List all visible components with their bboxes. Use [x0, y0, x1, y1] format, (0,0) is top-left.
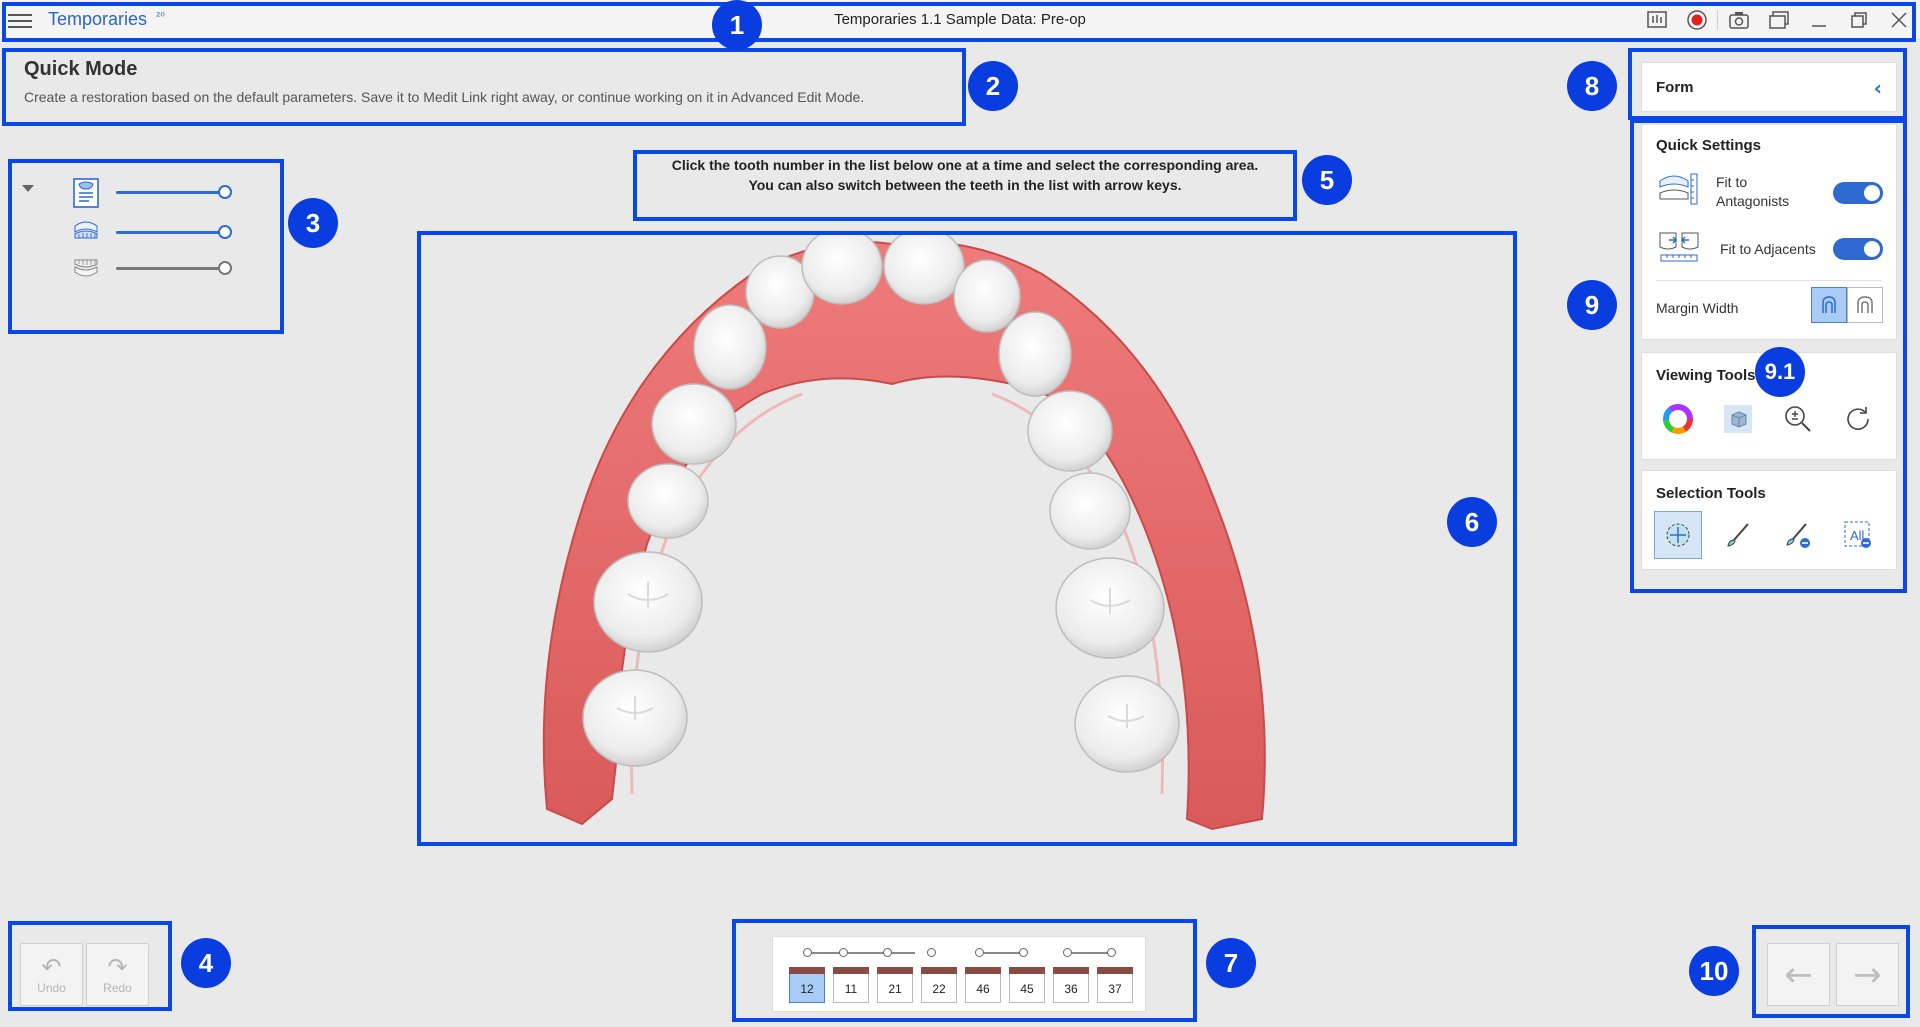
window-title: Temporaries 1.1 Sample Data: Pre-op	[834, 11, 1086, 28]
undo-icon: ↶	[41, 952, 62, 981]
opacity-slider-track[interactable]	[116, 267, 226, 270]
redo-icon: ↷	[107, 952, 128, 981]
tooth-button-45[interactable]: 45	[1009, 967, 1045, 1003]
viewing-tools-title: Viewing Tools	[1656, 367, 1756, 384]
tooth-button-46[interactable]: 46	[965, 967, 1001, 1003]
divider	[1717, 10, 1718, 30]
page-description: Create a restoration based on the defaul…	[24, 89, 865, 105]
zoom-icon[interactable]	[1774, 395, 1822, 443]
bridge-dot	[1063, 948, 1072, 957]
close-icon[interactable]	[1886, 8, 1912, 32]
select-all-label: All	[1850, 528, 1865, 543]
bridge-dot	[839, 948, 848, 957]
tooth-button-37[interactable]: 37	[1097, 967, 1133, 1003]
annotation-badge-6: 6	[1447, 497, 1497, 547]
chevron-left-icon[interactable]: ‹	[1874, 76, 1882, 100]
annotation-box-2	[2, 48, 966, 126]
minimize-icon[interactable]	[1806, 8, 1832, 32]
divider	[1656, 280, 1882, 281]
tooth-list-panel: 12 11 21 22 46 45 36 37	[772, 936, 1146, 1012]
measure-tool-icon[interactable]	[1644, 8, 1670, 32]
bridge-dot	[803, 948, 812, 957]
opacity-slider-thumb[interactable]	[218, 261, 232, 275]
annotation-badge-10: 10	[1689, 946, 1739, 996]
bridge-dot	[1107, 948, 1116, 957]
restoration-data-icon[interactable]	[72, 178, 100, 208]
opacity-slider-track[interactable]	[116, 191, 226, 194]
bridge-connector	[979, 952, 1023, 954]
upper-jaw-icon[interactable]	[72, 218, 100, 246]
smart-selection-icon[interactable]	[1654, 511, 1702, 559]
gallery-icon[interactable]	[1766, 8, 1792, 32]
redo-button[interactable]: ↷ Redo	[86, 943, 149, 1006]
3d-cube-icon[interactable]	[1714, 395, 1762, 443]
page-title: Quick Mode	[24, 58, 138, 80]
data-tree-row-restoration	[28, 176, 238, 208]
fit-adjacents-label: Fit to Adjacents	[1720, 241, 1816, 257]
next-step-button[interactable]: →	[1836, 943, 1899, 1006]
annotation-badge-9-1: 9.1	[1755, 347, 1805, 397]
fit-adjacents-icon	[1658, 229, 1700, 269]
annotation-badge-3: 3	[288, 198, 338, 248]
redo-label: Redo	[103, 980, 132, 995]
margin-width-label: Margin Width	[1656, 300, 1739, 316]
margin-narrow-icon	[1822, 296, 1836, 313]
annotation-badge-7: 7	[1206, 938, 1256, 988]
opacity-slider-thumb[interactable]	[218, 225, 232, 239]
data-tree-row-lower	[28, 252, 238, 284]
selection-tools-card: Selection Tools	[1641, 470, 1897, 570]
restore-icon[interactable]	[1846, 8, 1872, 32]
annotation-badge-1: 1	[712, 0, 762, 50]
undo-label: Undo	[37, 980, 66, 995]
tooth-button-36[interactable]: 36	[1053, 967, 1089, 1003]
tooth-button-22[interactable]: 22	[921, 967, 957, 1003]
bridge-dot	[883, 948, 892, 957]
fit-antagonists-toggle[interactable]	[1833, 182, 1883, 204]
margin-wide-icon	[1857, 296, 1873, 313]
opacity-slider-track[interactable]	[116, 231, 226, 234]
instruction-line-2: You can also switch between the teeth in…	[748, 177, 1182, 193]
selection-tools-title: Selection Tools	[1656, 485, 1766, 502]
previous-step-button[interactable]: ←	[1767, 943, 1830, 1006]
arrow-right-icon: →	[1853, 954, 1882, 995]
annotation-badge-8: 8	[1567, 61, 1617, 111]
margin-width-narrow-button[interactable]	[1811, 287, 1847, 323]
tooth-button-12[interactable]: 12	[789, 967, 825, 1003]
annotation-badge-5: 5	[1302, 155, 1352, 205]
color-wheel-icon[interactable]	[1654, 395, 1702, 443]
fit-antagonists-icon	[1658, 171, 1700, 211]
form-panel-header[interactable]: Form ‹	[1641, 62, 1897, 112]
record-icon[interactable]	[1684, 8, 1710, 32]
fit-adjacents-toggle[interactable]	[1833, 238, 1883, 260]
opacity-slider-thumb[interactable]	[218, 185, 232, 199]
3d-viewport[interactable]	[422, 234, 1512, 842]
arrow-left-icon: ←	[1784, 954, 1813, 995]
annotation-badge-9: 9	[1567, 280, 1617, 330]
bridge-dot	[975, 948, 984, 957]
bridge-dot	[1019, 948, 1028, 957]
quick-settings-title: Quick Settings	[1656, 137, 1762, 154]
reset-view-icon[interactable]	[1834, 395, 1882, 443]
erase-brush-icon[interactable]	[1774, 511, 1822, 559]
fit-antagonists-label: Fit to Antagonists	[1716, 174, 1790, 209]
screenshot-icon[interactable]	[1726, 8, 1752, 32]
bridge-dot	[927, 948, 936, 957]
form-panel-title: Form	[1656, 79, 1694, 96]
lower-jaw-icon[interactable]	[72, 254, 100, 282]
data-tree-row-upper	[28, 216, 238, 248]
bridge-connector	[807, 952, 915, 954]
annotation-badge-2: 2	[968, 61, 1018, 111]
undo-button[interactable]: ↶ Undo	[20, 943, 83, 1006]
brush-icon[interactable]	[1714, 511, 1762, 559]
tooth-button-21[interactable]: 21	[877, 967, 913, 1003]
margin-width-wide-button[interactable]	[1847, 287, 1883, 323]
title-bar: Temporaries ²⁰ Temporaries 1.1 Sample Da…	[0, 0, 1920, 40]
instruction-text: Click the tooth number in the list below…	[640, 155, 1290, 195]
annotation-badge-4: 4	[181, 938, 231, 988]
tooth-button-11[interactable]: 11	[833, 967, 869, 1003]
instruction-line-1: Click the tooth number in the list below…	[671, 157, 1259, 173]
bridge-connector	[1067, 952, 1111, 954]
